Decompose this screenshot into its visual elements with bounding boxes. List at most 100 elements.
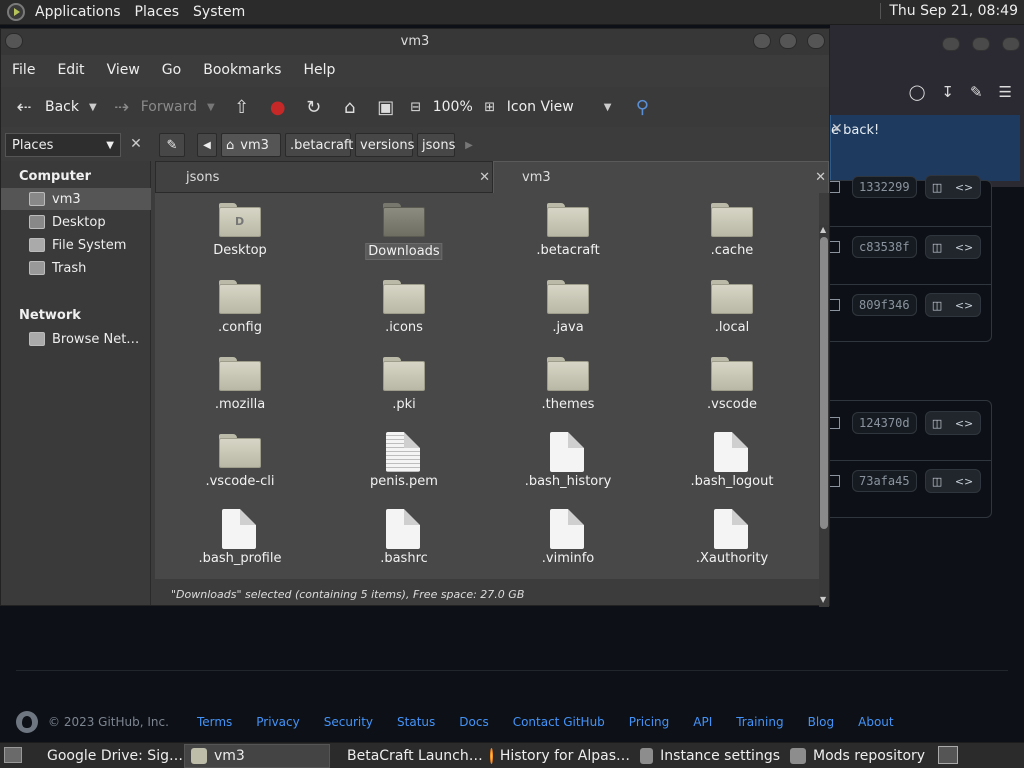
maximize-button[interactable] [972, 37, 990, 51]
zoom-out-button[interactable]: ⊟ [405, 100, 427, 115]
extensions-icon[interactable]: ✎ [970, 83, 983, 101]
commit-actions[interactable]: ◫ <> [924, 235, 981, 259]
file-item[interactable]: .bash_logout [657, 428, 807, 502]
scroll-up-icon[interactable]: ▲ [820, 225, 826, 234]
copy-icon[interactable] [830, 299, 840, 311]
hamburger-menu-icon[interactable]: ☰ [999, 83, 1012, 101]
file-item[interactable]: penis.pem [329, 428, 479, 502]
computer-button[interactable]: ▣ [375, 97, 397, 118]
file-item[interactable]: .vscode-cli [165, 428, 315, 502]
file-item[interactable]: .config [165, 274, 315, 348]
github-logo-icon[interactable] [16, 711, 38, 733]
zoom-in-button[interactable]: ⊞ [479, 100, 501, 115]
chevron-down-icon[interactable]: ▼ [207, 102, 215, 113]
tab-vm3[interactable]: vm3 ✕ [493, 161, 829, 193]
menu-file[interactable]: File [12, 62, 35, 78]
menu-places[interactable]: Places [135, 4, 180, 20]
commit-actions[interactable]: ◫ <> [924, 175, 981, 199]
back-button[interactable]: ⇠ Back ▼ [13, 97, 96, 118]
file-item[interactable]: Downloads [329, 197, 479, 271]
file-item[interactable]: .local [657, 274, 807, 348]
view-mode-select[interactable]: Icon View ▼ [507, 99, 612, 115]
sidebar-item-vm3[interactable]: vm3 [1, 188, 151, 210]
sidebar-item-file-system[interactable]: File System [1, 234, 151, 256]
path-segment-betacraft[interactable]: .betacraft [285, 133, 353, 157]
footer-link-training[interactable]: Training [736, 715, 783, 729]
edit-location-button[interactable]: ✎ [159, 133, 185, 157]
footer-link-docs[interactable]: Docs [459, 715, 488, 729]
file-item[interactable]: .icons [329, 274, 479, 348]
copy-icon[interactable] [830, 241, 840, 253]
path-segment-jsons[interactable]: jsons [417, 133, 455, 157]
file-item[interactable]: .themes [493, 351, 643, 425]
footer-link-status[interactable]: Status [397, 715, 435, 729]
footer-link-privacy[interactable]: Privacy [256, 715, 299, 729]
commit-sha[interactable]: 73afa45 [852, 470, 917, 492]
file-item[interactable]: .vscode [657, 351, 807, 425]
close-tab-icon[interactable]: ✕ [479, 170, 490, 185]
forward-button[interactable]: ⇢ Forward ▼ [111, 97, 215, 118]
footer-link-blog[interactable]: Blog [808, 715, 835, 729]
taskbar-item[interactable]: History for Alpas… [484, 744, 630, 768]
footer-link-security[interactable]: Security [324, 715, 373, 729]
footer-link-pricing[interactable]: Pricing [629, 715, 669, 729]
taskbar-item[interactable]: Google Drive: Sig… [34, 744, 183, 768]
path-segment-versions[interactable]: versions [355, 133, 414, 157]
sidebar-item-browse-network[interactable]: Browse Net… [1, 328, 151, 350]
close-icon[interactable]: ✕ [831, 121, 1004, 137]
minimize-button[interactable] [942, 37, 960, 51]
file-item[interactable]: .bash_profile [165, 505, 315, 579]
taskbar-item[interactable]: BetaCraft Launch… [334, 744, 483, 768]
copy-icon[interactable] [830, 475, 840, 487]
taskbar-item[interactable]: Mods repository [784, 744, 930, 768]
maximize-button[interactable] [779, 33, 797, 49]
file-item[interactable]: .pki [329, 351, 479, 425]
close-button[interactable] [807, 33, 825, 49]
commit-sha[interactable]: 1332299 [852, 176, 917, 198]
menu-edit[interactable]: Edit [57, 62, 84, 78]
window-titlebar[interactable]: vm3 [1, 29, 829, 55]
footer-link-contact[interactable]: Contact GitHub [513, 715, 605, 729]
distro-logo-icon[interactable] [7, 3, 25, 21]
file-item[interactable]: .java [493, 274, 643, 348]
up-button[interactable]: ⇧ [231, 97, 253, 118]
copy-icon[interactable] [830, 181, 840, 193]
side-pane-select[interactable]: Places ▼ [5, 133, 121, 157]
close-button[interactable] [1002, 37, 1020, 51]
show-desktop-icon[interactable] [4, 747, 22, 763]
commit-actions[interactable]: ◫ <> [924, 293, 981, 317]
file-item[interactable]: .betacraft [493, 197, 643, 271]
commit-sha[interactable]: 809f346 [852, 294, 917, 316]
path-segment-vm3[interactable]: ⌂ vm3 [221, 133, 281, 157]
file-item[interactable]: .cache [657, 197, 807, 271]
icon-view[interactable]: D Desktop Downloads .betacraft .cache .config… [155, 193, 819, 579]
footer-link-terms[interactable]: Terms [197, 715, 232, 729]
footer-link-api[interactable]: API [693, 715, 712, 729]
menu-go[interactable]: Go [162, 62, 181, 78]
close-tab-icon[interactable]: ✕ [815, 170, 826, 185]
clock[interactable]: Thu Sep 21, 08:49 [880, 3, 1018, 19]
download-icon[interactable]: ↧ [941, 83, 954, 101]
tab-jsons[interactable]: jsons ✕ [155, 161, 493, 193]
menu-help[interactable]: Help [303, 62, 335, 78]
sidebar-item-desktop[interactable]: Desktop [1, 211, 151, 233]
close-icon[interactable]: ✕ [125, 133, 147, 157]
path-scroll-left-button[interactable]: ◀ [197, 133, 217, 157]
workspace-switcher[interactable] [938, 746, 958, 764]
reload-button[interactable]: ↻ [303, 97, 325, 118]
menu-applications[interactable]: Applications [35, 4, 121, 20]
search-button[interactable]: ⚲ [631, 97, 653, 118]
scrollbar[interactable]: ▲ ▼ [819, 225, 829, 607]
sidebar-item-trash[interactable]: Trash [1, 257, 151, 279]
home-button[interactable]: ⌂ [339, 97, 361, 118]
commit-actions[interactable]: ◫ <> [924, 411, 981, 435]
commit-sha[interactable]: 124370d [852, 412, 917, 434]
menu-system[interactable]: System [193, 4, 245, 20]
file-item[interactable]: .viminfo [493, 505, 643, 579]
menu-view[interactable]: View [107, 62, 140, 78]
commit-actions[interactable]: ◫ <> [924, 469, 981, 493]
taskbar-item[interactable]: vm3 [184, 744, 330, 768]
minimize-button[interactable] [753, 33, 771, 49]
file-item[interactable]: .mozilla [165, 351, 315, 425]
menu-bookmarks[interactable]: Bookmarks [203, 62, 281, 78]
